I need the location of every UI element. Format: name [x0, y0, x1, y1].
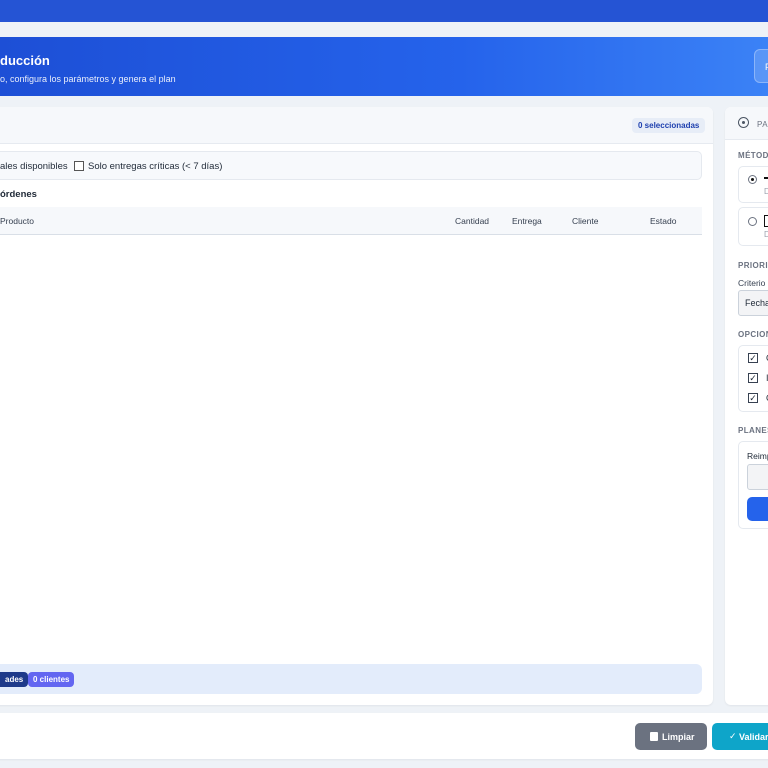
method-option-1[interactable]	[738, 166, 768, 203]
reimport-input[interactable]	[747, 464, 768, 490]
clear-button[interactable]: Limpiar	[635, 723, 707, 750]
top-app-bar	[0, 0, 768, 22]
check-icon: ✓	[729, 731, 737, 741]
method-option-1-desc: D	[764, 187, 768, 196]
page-header: ducción o, configura los parámetros y ge…	[0, 37, 768, 96]
criteria-select[interactable]: Fecha	[738, 290, 768, 316]
available-filter-label[interactable]: ales disponibles	[0, 161, 68, 172]
critical-only-checkbox[interactable]	[74, 161, 84, 171]
method-option-1-glyph	[764, 177, 768, 179]
header-action-button[interactable]: P	[754, 49, 768, 83]
reimport-button[interactable]	[747, 497, 768, 521]
clear-button-label: Limpiar	[662, 732, 695, 742]
method-radio-2[interactable]	[748, 217, 757, 226]
option-checkbox-1[interactable]: ✓	[748, 353, 758, 363]
criteria-label: Criterio	[738, 278, 766, 288]
priority-label: PRIORIZ	[738, 261, 768, 270]
units-summary-pill: ades	[0, 672, 29, 687]
col-client[interactable]: Cliente	[572, 216, 598, 226]
col-status[interactable]: Estado	[650, 216, 676, 226]
critical-only-label[interactable]: Solo entregas críticas (< 7 días)	[88, 161, 222, 172]
col-product[interactable]: Producto	[0, 216, 34, 226]
col-quantity[interactable]: Cantidad	[455, 216, 489, 226]
reimport-label: Reimp	[747, 451, 768, 461]
clients-summary-pill: 0 clientes	[28, 672, 75, 687]
selected-count-badge: 0 seleccionadas	[632, 118, 706, 133]
criteria-select-value: Fecha	[745, 298, 768, 308]
option-checkbox-3[interactable]: ✓	[748, 393, 758, 403]
parameters-title: PA	[757, 120, 768, 129]
orders-section-title: órdenes	[0, 189, 37, 200]
method-option-2-glyph	[764, 215, 768, 227]
validate-button-label: Validar	[739, 732, 768, 742]
options-label: OPCION	[738, 330, 768, 339]
orders-card-header	[0, 107, 713, 144]
method-label: MÉTODO	[738, 151, 768, 160]
validate-button[interactable]: ✓ Validar	[712, 723, 768, 750]
top-spacer	[0, 22, 768, 37]
plans-label: PLANES	[738, 426, 768, 435]
orders-card	[0, 107, 713, 705]
orders-table-header: Producto Cantidad Entrega Cliente Estado	[0, 207, 702, 235]
page-subtitle: o, configura los parámetros y genera el …	[0, 74, 176, 84]
method-option-2-desc: D	[764, 230, 768, 239]
orders-summary-bar	[0, 664, 702, 694]
method-radio-1[interactable]	[748, 175, 757, 184]
option-checkbox-2[interactable]: ✓	[748, 373, 758, 383]
col-delivery[interactable]: Entrega	[512, 216, 542, 226]
filter-bar: ales disponibles Solo entregas críticas …	[0, 151, 702, 180]
gear-icon	[738, 117, 749, 128]
page-title: ducción	[0, 53, 50, 68]
trash-icon	[650, 732, 658, 741]
